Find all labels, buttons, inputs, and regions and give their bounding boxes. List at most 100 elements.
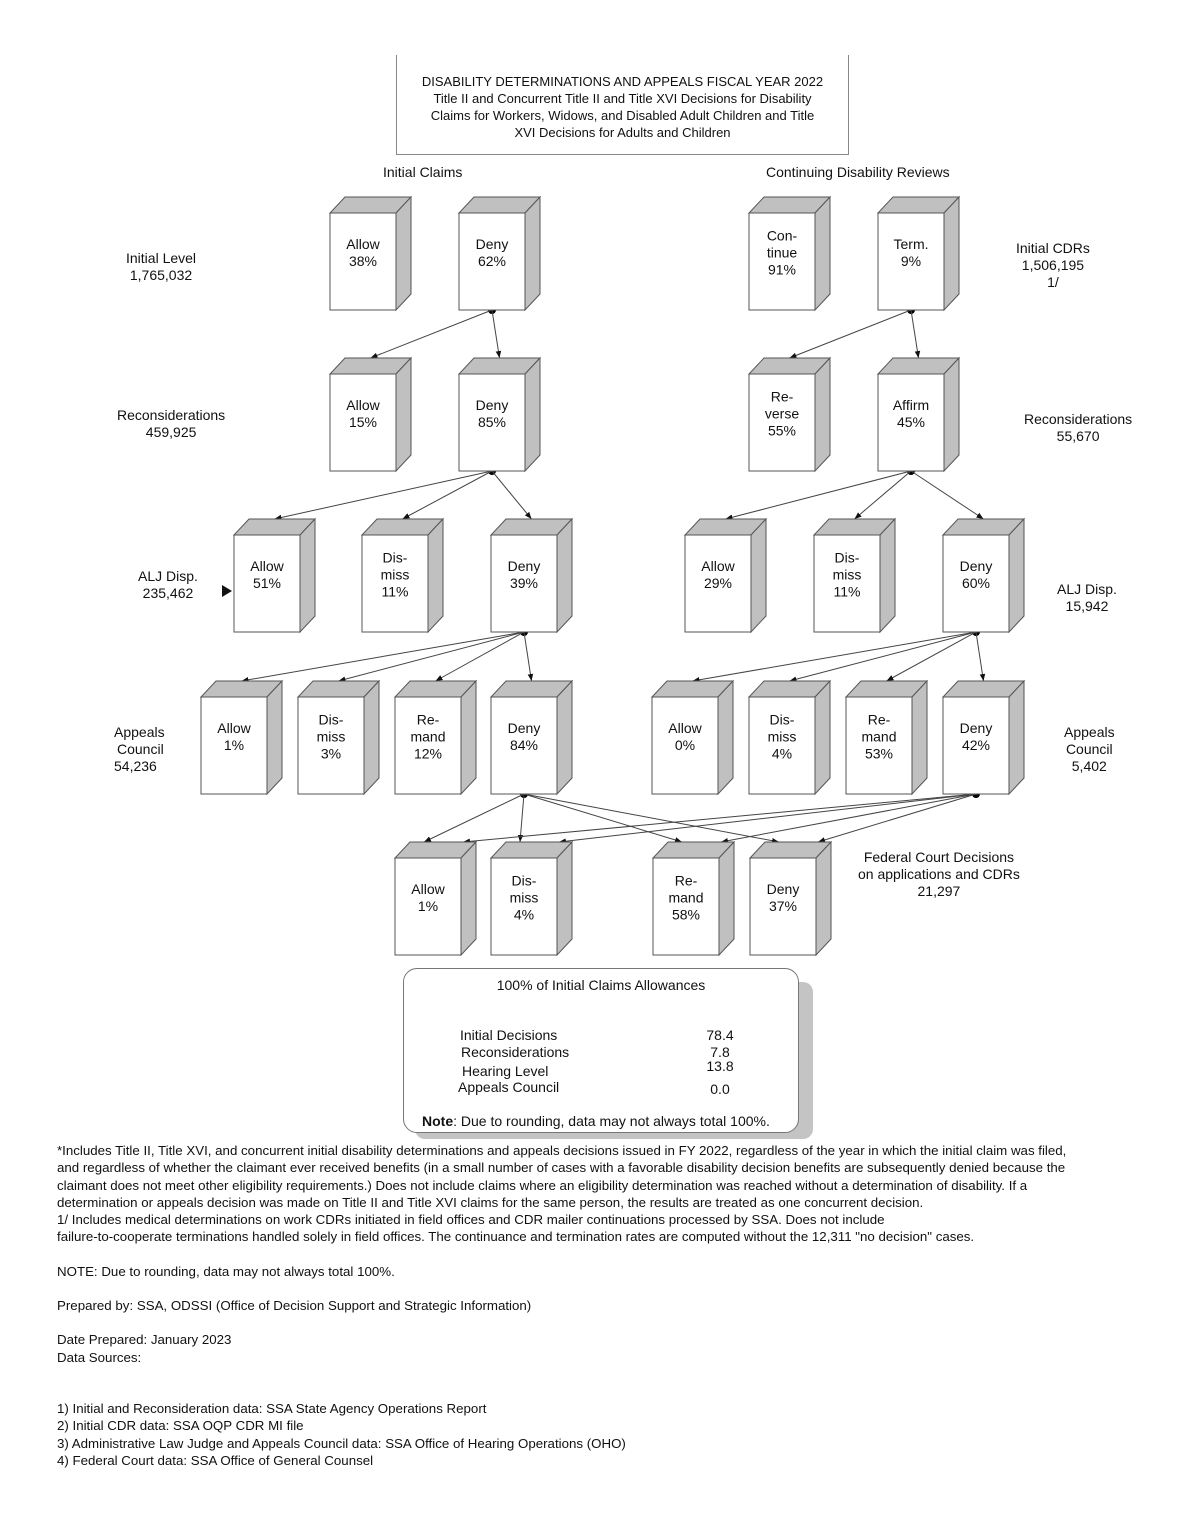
box-side <box>943 356 960 473</box>
box-label: Allow <box>668 720 702 736</box>
decision-box-cdr-recon-reverse: Re-verse55% <box>747 356 832 473</box>
decision-box-cdr-ac-deny: Deny42% <box>941 679 1026 796</box>
flow-arrow <box>517 793 525 843</box>
box-label: 55% <box>768 423 796 439</box>
decision-box-cdr-alj-deny: Deny60% <box>941 517 1026 634</box>
decision-box-ic-ac-remand: Re-mand12% <box>393 679 478 796</box>
box-label: Affirm <box>893 397 929 413</box>
data-source-item: 3) Administrative Law Judge and Appeals … <box>57 1435 626 1451</box>
box-label: 60% <box>962 575 990 591</box>
flow-arrow <box>491 309 502 359</box>
flow-arrow <box>789 309 912 359</box>
box-label: Con- <box>767 228 798 244</box>
decision-box-fc-allow: Allow1% <box>393 840 478 957</box>
box-side <box>395 356 412 473</box>
flow-diagram: Allow38%Deny62%Allow15%Deny85%Allow51%Di… <box>199 195 1026 957</box>
box-side <box>814 679 831 796</box>
prepared-by: Prepared by: SSA, ODSSI (Office of Decis… <box>57 1298 532 1314</box>
flow-arrow <box>274 470 493 521</box>
box-label: 1% <box>224 737 244 753</box>
box-label: Allow <box>701 558 735 574</box>
box-side <box>750 517 767 634</box>
box-label: Re- <box>417 712 440 728</box>
box-label: 62% <box>478 253 506 269</box>
decision-box-ic-recon-allow: Allow15% <box>328 356 413 473</box>
box-label: 12% <box>414 746 442 762</box>
box-side <box>556 517 573 634</box>
box-label: Re- <box>771 389 794 405</box>
box-side <box>427 517 444 634</box>
box-side <box>814 356 831 473</box>
level-ic-alj: ALJ Disp. 235,462 <box>138 568 198 601</box>
flow-arrow <box>338 631 525 682</box>
box-label: 0% <box>675 737 695 753</box>
box-label: Dis- <box>383 550 408 566</box>
box-label: Dis- <box>835 550 860 566</box>
decision-box-cdr-init-continue: Con-tinue91% <box>747 195 832 312</box>
box-label: Deny <box>960 558 993 574</box>
level-cdr-reconsiderations: Reconsiderations 55,670 <box>1024 411 1133 444</box>
decision-box-ic-ac-allow: Allow1% <box>199 679 284 796</box>
box-label: miss <box>510 890 539 906</box>
flow-arrow <box>910 470 984 520</box>
level-ic-appeals-council: Appeals Council 54,236 <box>114 724 165 774</box>
data-source-item: 1) Initial and Reconsideration data: SSA… <box>57 1400 487 1416</box>
box-side <box>814 195 831 312</box>
box-label: 38% <box>349 253 377 269</box>
box-label: miss <box>317 729 346 745</box>
box-side <box>556 840 573 957</box>
footnote-line: *Includes Title II, Title XVI, and concu… <box>57 1143 1067 1158</box>
flow-arrow <box>789 631 977 682</box>
box-side <box>717 679 734 796</box>
box-label: 9% <box>901 253 921 269</box>
box-label: 53% <box>865 746 893 762</box>
footnote-line: determination or appeals decision was ma… <box>57 1194 924 1210</box>
box-label: 29% <box>704 575 732 591</box>
date-prepared: Date Prepared: January 2023 <box>57 1332 232 1348</box>
decision-box-cdr-init-term: Term.9% <box>876 195 961 312</box>
box-label: 37% <box>769 898 797 914</box>
decision-box-cdr-ac-allow: Allow0% <box>650 679 735 796</box>
box-label: Dis- <box>319 712 344 728</box>
allowances-summary-box: 100% of Initial Claims Allowances Initia… <box>403 968 799 1133</box>
decision-box-ic-recon-deny: Deny85% <box>457 356 542 473</box>
box-side <box>524 356 541 473</box>
box-side <box>815 840 832 957</box>
box-label: 4% <box>514 907 534 923</box>
box-label: Deny <box>476 236 509 252</box>
flow-arrow <box>491 470 532 520</box>
decision-box-ic-init-deny: Deny62% <box>457 195 542 312</box>
box-side <box>1008 679 1025 796</box>
footnotes: *Includes Title II, Title XVI, and concu… <box>57 1142 1167 1469</box>
level-ic-reconsiderations: Reconsiderations 459,925 <box>117 407 226 440</box>
box-side <box>395 195 412 312</box>
box-label: 15% <box>349 414 377 430</box>
flow-arrow <box>910 309 921 359</box>
summary-row: Appeals Council 0.0 <box>458 1079 730 1097</box>
box-label: Deny <box>767 881 800 897</box>
flow-arrow <box>975 631 986 682</box>
alj-allow-pointer-icon <box>222 585 232 597</box>
flow-arrow <box>462 793 977 845</box>
box-side <box>266 679 283 796</box>
box-label: verse <box>765 406 799 422</box>
box-side <box>718 840 735 957</box>
box-label: 85% <box>478 414 506 430</box>
level-cdr-initial: Initial CDRs 1,506,195 1/ <box>1016 240 1090 290</box>
box-label: miss <box>381 567 410 583</box>
box-label: Allow <box>411 881 445 897</box>
decision-box-fc-remand: Re-mand58% <box>651 840 736 957</box>
decision-box-fc-dismiss: Dis-miss4% <box>489 840 574 957</box>
box-label: 84% <box>510 737 538 753</box>
summary-row: Hearing Level 13.8 <box>462 1058 734 1079</box>
box-label: 51% <box>253 575 281 591</box>
footnote-line: claimant does not meet other eligibility… <box>57 1177 1028 1193</box>
flow-arrow <box>558 793 977 844</box>
box-side <box>524 195 541 312</box>
level-cdr-alj: ALJ Disp. 15,942 <box>1057 581 1117 614</box>
box-label: Re- <box>868 712 891 728</box>
flow-arrow <box>523 631 534 682</box>
decision-box-cdr-recon-affirm: Affirm45% <box>876 356 961 473</box>
level-cdr-appeals-council: Appeals Council 5,402 <box>1064 724 1115 774</box>
box-label: Allow <box>217 720 251 736</box>
